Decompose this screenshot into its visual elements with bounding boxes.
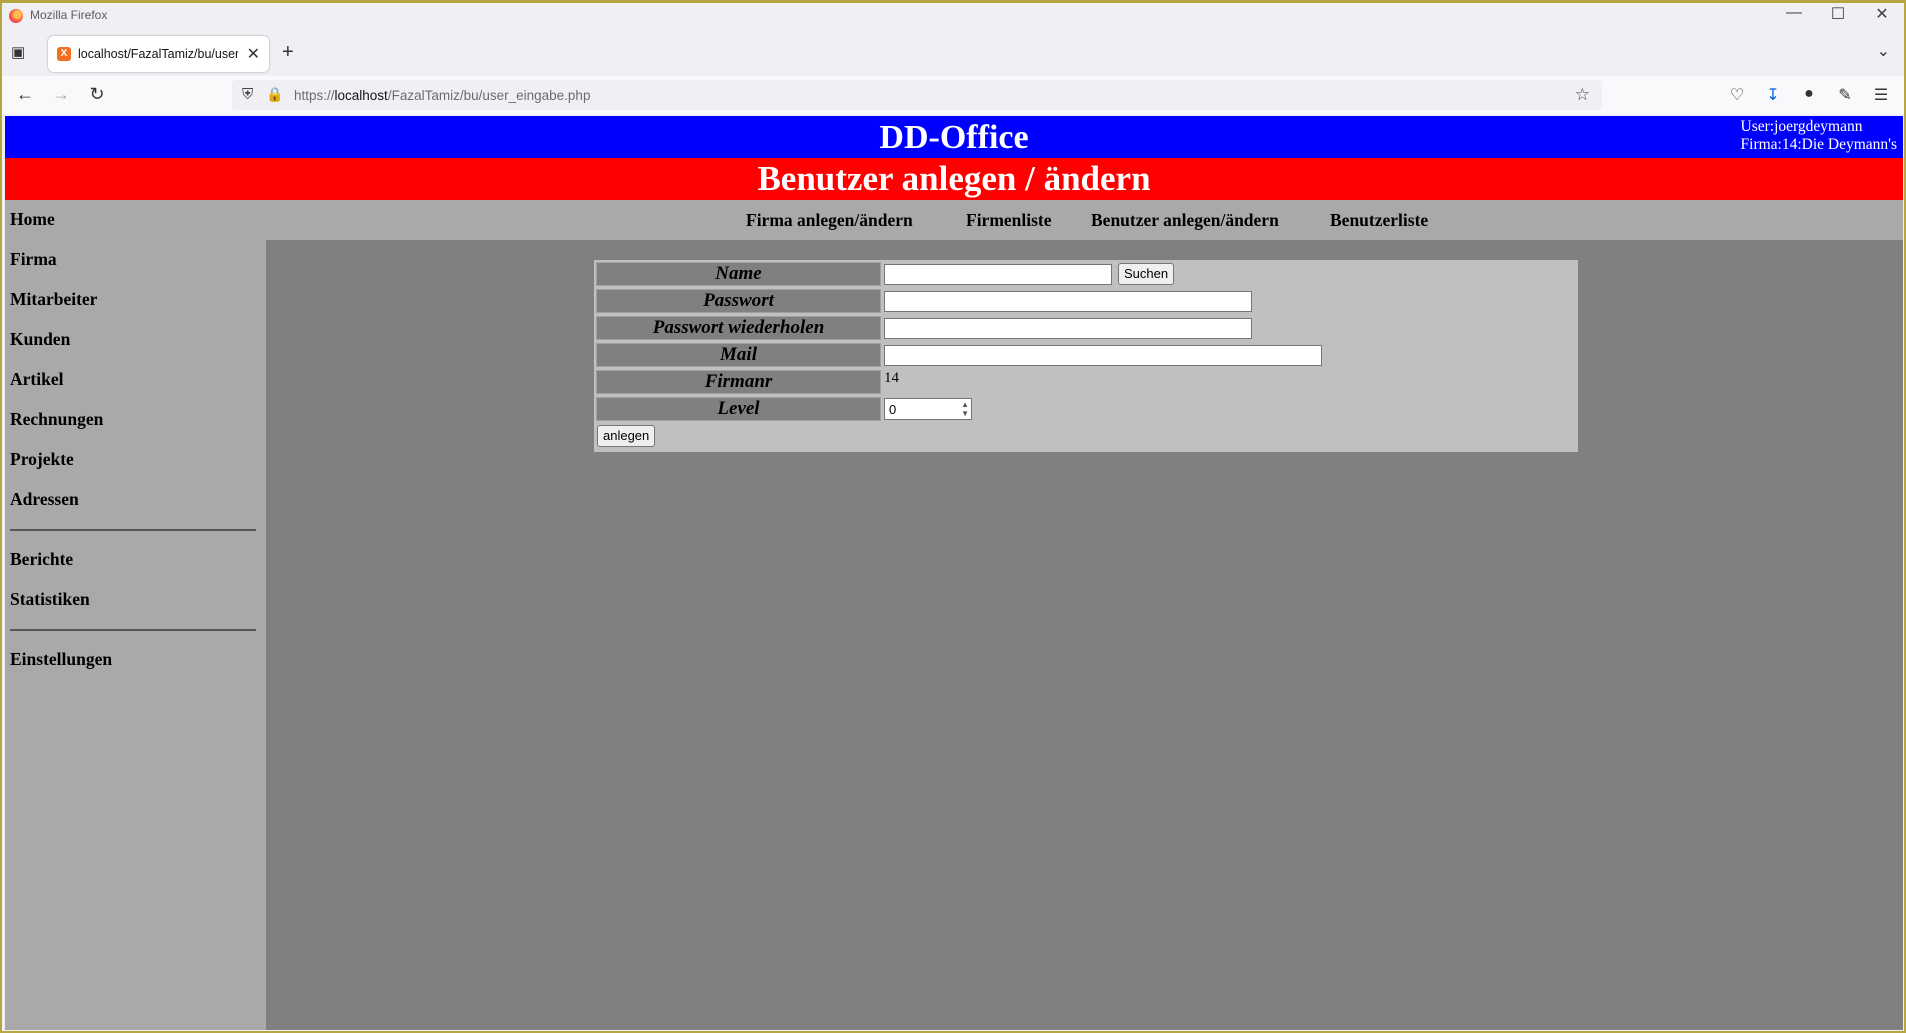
password-input[interactable] bbox=[884, 291, 1252, 312]
sidebar-item-mitarbeiter[interactable]: Mitarbeiter bbox=[10, 289, 97, 310]
close-tab-icon[interactable]: ✕ bbox=[247, 44, 260, 64]
label-level: Level bbox=[596, 397, 881, 421]
download-icon[interactable]: ↧ bbox=[1762, 85, 1784, 105]
sidebar-item-adressen[interactable]: Adressen bbox=[10, 489, 79, 510]
new-tab-icon[interactable]: + bbox=[282, 41, 294, 64]
sidebar-item-rechnungen[interactable]: Rechnungen bbox=[10, 409, 103, 430]
company-line: Firma:14:Die Deymann's bbox=[1740, 136, 1897, 153]
sub-navigation: Firma anlegen/ändern Firmenliste Benutze… bbox=[266, 200, 1903, 240]
extensions-icon[interactable]: ✎ bbox=[1834, 85, 1856, 105]
label-firmanr: Firmanr bbox=[596, 370, 881, 394]
sidebar-item-home[interactable]: Home bbox=[10, 209, 55, 230]
mail-input[interactable] bbox=[884, 345, 1322, 366]
navigation-bar: ← → ↻ ⛨ 🔒 https://localhost/FazalTamiz/b… bbox=[0, 76, 1906, 114]
sidebar-item-berichte[interactable]: Berichte bbox=[10, 549, 73, 570]
user-info: User:joergdeymann Firma:14:Die Deymann's bbox=[1741, 118, 1897, 154]
shield-icon[interactable]: ⛨ bbox=[242, 86, 253, 103]
forward-arrow-icon[interactable]: → bbox=[49, 84, 73, 105]
page-heading: Benutzer anlegen / ändern bbox=[757, 159, 1151, 198]
sidebar-item-firma[interactable]: Firma bbox=[10, 249, 57, 270]
name-input[interactable] bbox=[884, 264, 1112, 285]
label-mail: Mail bbox=[596, 343, 881, 367]
xampp-favicon-icon: X bbox=[57, 47, 71, 61]
close-window-icon[interactable]: ✕ bbox=[1862, 4, 1902, 24]
url-text[interactable]: https://localhost/FazalTamiz/bu/user_ein… bbox=[294, 88, 590, 103]
sidebar-item-artikel[interactable]: Artikel bbox=[10, 369, 63, 390]
spinner-arrows-icon[interactable]: ▲ ▼ bbox=[961, 400, 969, 418]
firefox-logo-icon bbox=[9, 9, 23, 23]
reload-icon[interactable]: ↻ bbox=[85, 84, 109, 105]
pocket-icon[interactable]: ♡ bbox=[1726, 85, 1748, 105]
sidebar-item-kunden[interactable]: Kunden bbox=[10, 329, 70, 350]
label-name: Name bbox=[596, 262, 881, 286]
submit-button[interactable]: anlegen bbox=[597, 425, 656, 447]
label-password: Passwort bbox=[596, 289, 881, 313]
level-stepper[interactable]: 0 ▲ ▼ bbox=[884, 398, 972, 420]
app-header-band: DD-Office User:joergdeymann Firma:14:Die… bbox=[5, 116, 1903, 158]
nav-firmenliste[interactable]: Firmenliste bbox=[966, 210, 1052, 231]
back-arrow-icon[interactable]: ← bbox=[13, 84, 37, 105]
nav-benutzer-anlegen[interactable]: Benutzer anlegen/ändern bbox=[1091, 210, 1279, 231]
maximize-icon[interactable]: ☐ bbox=[1818, 4, 1858, 24]
menu-icon[interactable]: ☰ bbox=[1870, 85, 1892, 105]
nav-firma-anlegen[interactable]: Firma anlegen/ändern bbox=[746, 210, 913, 231]
user-form: Name Suchen Passwort Passwort wiederhole… bbox=[594, 260, 1578, 452]
search-button[interactable]: Suchen bbox=[1118, 263, 1175, 285]
url-bar[interactable]: ⛨ 🔒 https://localhost/FazalTamiz/bu/user… bbox=[232, 80, 1602, 110]
sidebar-item-statistiken[interactable]: Statistiken bbox=[10, 589, 90, 610]
sidebar-divider bbox=[10, 529, 256, 531]
tab-active[interactable]: X localhost/FazalTamiz/bu/user_e ✕ bbox=[48, 36, 269, 72]
account-icon[interactable]: ● bbox=[1798, 85, 1820, 103]
password-repeat-input[interactable] bbox=[884, 318, 1252, 339]
level-value: 0 bbox=[889, 402, 897, 417]
label-password-repeat: Passwort wiederholen bbox=[596, 316, 881, 340]
minimize-icon[interactable]: — bbox=[1774, 4, 1814, 22]
window-titlebar: Mozilla Firefox — ☐ ✕ bbox=[0, 0, 1906, 30]
tab-list-icon[interactable]: ▣ bbox=[11, 43, 27, 61]
app-title: DD-Office bbox=[879, 119, 1029, 156]
user-line: User:joergdeymann bbox=[1740, 118, 1863, 135]
window-title: Mozilla Firefox bbox=[30, 8, 108, 22]
lock-icon[interactable]: 🔒 bbox=[266, 86, 283, 103]
firmanr-value: 14 bbox=[884, 370, 899, 386]
tab-strip: ▣ X localhost/FazalTamiz/bu/user_e ✕ + ⌄ bbox=[0, 30, 1906, 76]
page-content: DD-Office User:joergdeymann Firma:14:Die… bbox=[5, 116, 1903, 1030]
bookmark-star-icon[interactable]: ☆ bbox=[1575, 85, 1590, 105]
sidebar: Home Firma Mitarbeiter Kunden Artikel Re… bbox=[5, 200, 266, 1030]
sidebar-item-einstellungen[interactable]: Einstellungen bbox=[10, 649, 112, 670]
page-heading-band: Benutzer anlegen / ändern bbox=[5, 158, 1903, 200]
sidebar-item-projekte[interactable]: Projekte bbox=[10, 449, 74, 470]
chevron-down-icon[interactable]: ⌄ bbox=[1877, 41, 1890, 61]
sidebar-divider bbox=[10, 629, 256, 631]
nav-benutzerliste[interactable]: Benutzerliste bbox=[1330, 210, 1428, 231]
tab-title: localhost/FazalTamiz/bu/user_e bbox=[78, 47, 238, 61]
